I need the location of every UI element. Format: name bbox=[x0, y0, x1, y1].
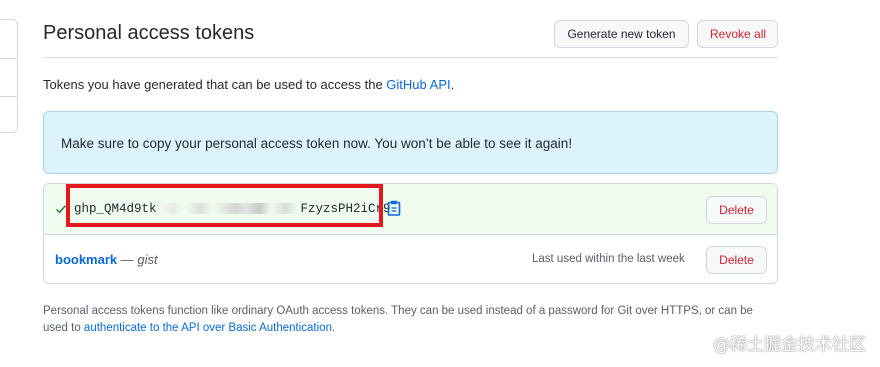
token-name-link[interactable]: bookmark bbox=[55, 252, 117, 267]
footnote-text-after: . bbox=[331, 322, 336, 334]
intro-text-after: . bbox=[450, 77, 455, 92]
token-scope: gist bbox=[137, 252, 158, 267]
page-header: Personal access tokens Generate new toke… bbox=[43, 0, 778, 58]
watermark: @稀土掘金技术社区 bbox=[713, 335, 866, 355]
token-row-bookmark: bookmark — gist Last used within the las… bbox=[44, 235, 777, 283]
new-token-row: ghp_QM4d9tk FzyzsPH2iCr9 Delete bbox=[44, 184, 777, 235]
delete-new-token-button[interactable]: Delete bbox=[706, 196, 767, 224]
basic-auth-link[interactable]: authenticate to the API over Basic Authe… bbox=[84, 322, 332, 334]
generate-new-token-button[interactable]: Generate new token bbox=[554, 20, 689, 48]
sidebar-divider bbox=[0, 58, 17, 59]
revoke-all-button[interactable]: Revoke all bbox=[697, 20, 778, 48]
token-name-dash: — bbox=[117, 252, 138, 267]
token-name: bookmark — gist bbox=[55, 252, 158, 267]
copy-token-flash: Make sure to copy your personal access t… bbox=[43, 111, 778, 174]
settings-sidebar bbox=[0, 19, 18, 133]
sidebar-divider bbox=[0, 96, 17, 97]
last-used-text: Last used within the last week bbox=[532, 253, 685, 265]
intro-text: Tokens you have generated that can be us… bbox=[43, 77, 454, 92]
token-highlight-annotation bbox=[66, 184, 383, 227]
flash-message: Make sure to copy your personal access t… bbox=[61, 136, 573, 151]
intro-text-before: Tokens you have generated that can be us… bbox=[43, 77, 387, 92]
footnote: Personal access tokens function like ord… bbox=[43, 303, 778, 337]
github-api-link[interactable]: GitHub API bbox=[386, 77, 450, 92]
delete-bookmark-token-button[interactable]: Delete bbox=[706, 246, 767, 274]
token-list: ghp_QM4d9tk FzyzsPH2iCr9 Delete bookmark … bbox=[43, 183, 778, 284]
page-title: Personal access tokens bbox=[43, 22, 255, 44]
page: Personal access tokens Generate new toke… bbox=[0, 0, 880, 367]
clipboard-icon[interactable] bbox=[387, 200, 401, 216]
